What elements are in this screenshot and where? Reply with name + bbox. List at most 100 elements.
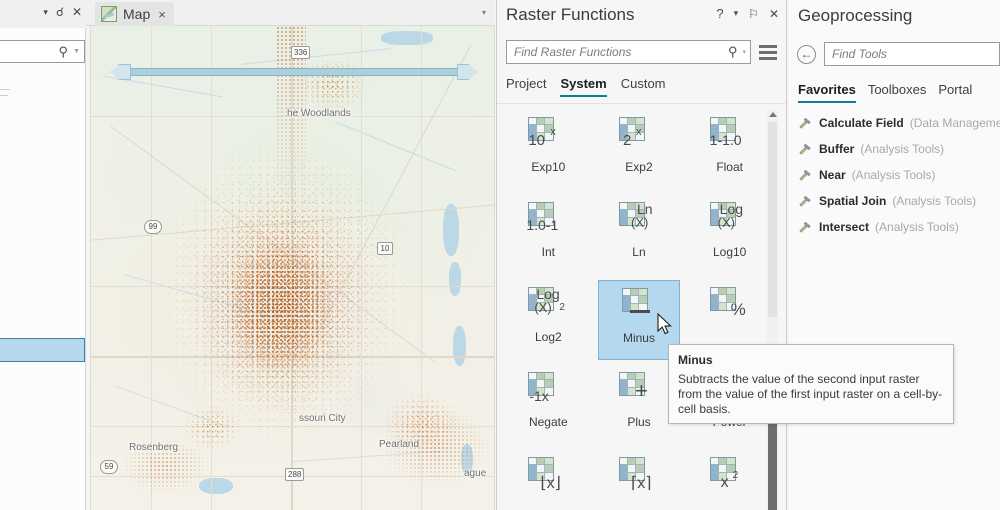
raster-functions-header-icons: ? ▾ ⚐ ✕ (716, 7, 779, 20)
scrollbar-track[interactable] (768, 122, 777, 317)
raster-grid-icon: 2 x (617, 116, 661, 154)
raster-grid-icon: Ln (X) (617, 201, 661, 239)
pin-icon[interactable]: ⚐ (748, 8, 759, 20)
raster-function-ln[interactable]: Ln (X) Ln (598, 195, 680, 275)
tab-custom[interactable]: Custom (621, 76, 666, 97)
measure-bar-left-cap (111, 64, 131, 80)
left-search-input[interactable]: ⚲ ▼ (0, 40, 85, 63)
raster-grid-icon: 10 x (526, 116, 570, 154)
map-place-label: ssouri City (299, 413, 346, 424)
scroll-up-arrow-icon[interactable] (769, 112, 777, 117)
close-icon[interactable]: ✕ (769, 8, 779, 20)
hammer-icon (799, 221, 811, 233)
raster-function-log10[interactable]: Log (X) Log10 (689, 195, 771, 275)
map-canvas[interactable]: he Woodlands ssouri City Rosenberg Pearl… (90, 26, 495, 510)
float-notation: 1-1.0 (709, 132, 742, 148)
search-icon: ⚲ (58, 43, 69, 59)
tool-toolbox: (Analysis Tools) (875, 220, 959, 234)
raster-function-exp10[interactable]: 10 x Exp10 (507, 110, 589, 190)
raster-function-negate[interactable]: -1x Negate (507, 365, 589, 445)
tool-row-spatial-join[interactable]: Spatial Join (Analysis Tools) (798, 188, 1000, 214)
int-notation: 1.0-1 (526, 217, 559, 233)
hammer-icon (799, 143, 811, 155)
help-icon[interactable]: ? (716, 7, 723, 20)
mouse-cursor-icon (657, 312, 673, 341)
raster-grid-icon: Log (X) 2 (526, 286, 570, 324)
map-place-label: ague (464, 468, 487, 479)
tab-toolboxes[interactable]: Toolboxes (868, 82, 927, 103)
hammer-icon (799, 169, 811, 181)
left-dockpane: ▾ ☌ ✕ ⚲ ▼ (0, 0, 86, 510)
log2-base: 2 (559, 302, 565, 313)
raster-function-label: Log2 (534, 330, 562, 344)
map-measure-bar-graphic[interactable] (109, 64, 479, 80)
raster-functions-title: Raster Functions (506, 5, 635, 24)
raster-grid-icon: Log (X) (708, 201, 752, 239)
tool-toolbox: (Analysis Tools) (892, 194, 977, 208)
tab-map[interactable]: Map × (95, 2, 174, 26)
tool-name: Intersect (819, 220, 870, 234)
hamburger-menu-icon[interactable] (759, 44, 777, 60)
raster-function-ceil[interactable]: ⌈x⌉ (598, 450, 680, 510)
tool-name: Buffer (819, 142, 855, 156)
log2-argument: (X) (534, 300, 552, 315)
highway-shield: 288 (285, 468, 305, 481)
tool-row-near[interactable]: Near (Analysis Tools) (798, 162, 1000, 188)
tooltip-body: Subtracts the value of the second input … (678, 372, 943, 416)
raster-function-square[interactable]: x 2 (689, 450, 771, 510)
raster-function-label: Exp10 (531, 160, 566, 174)
pin-icon[interactable]: ☌ (56, 6, 64, 18)
tooltip-title: Minus (678, 353, 713, 367)
raster-functions-tabs: Project System Custom (506, 76, 666, 97)
raster-function-label: Log10 (712, 245, 747, 259)
left-selected-list-item[interactable] (0, 338, 85, 362)
exp10-base: 10 (528, 132, 546, 149)
chevron-down-icon[interactable]: ▼ (73, 48, 80, 55)
plus-operator-glyph: + (634, 378, 648, 403)
chevron-down-icon[interactable]: ▾ (43, 7, 48, 17)
raster-function-exp2[interactable]: 2 x Exp2 (598, 110, 680, 190)
raster-grid-icon: 1-1.0 (708, 116, 752, 154)
percent-glyph: % (730, 300, 746, 319)
map-place-label: he Woodlands (287, 108, 351, 119)
raster-function-floor[interactable]: ⌊x⌋ (507, 450, 589, 510)
tab-system[interactable]: System (560, 76, 607, 97)
raster-functions-scrollbar[interactable] (767, 110, 778, 510)
back-arrow-icon[interactable]: ← (797, 44, 816, 64)
raster-function-float[interactable]: 1-1.0 Float (689, 110, 771, 190)
left-list-divider-2 (0, 95, 8, 96)
tool-row-buffer[interactable]: Buffer (Analysis Tools) (798, 136, 1000, 162)
raster-function-int[interactable]: 1.0-1 Int (507, 195, 589, 275)
map-view-tabstrip: Map × ▾ (86, 0, 495, 26)
tool-name: Near (819, 168, 846, 182)
find-tools-input[interactable]: Find Tools (824, 42, 1000, 66)
search-icon[interactable]: ⚲ (728, 44, 738, 60)
raster-grid-icon: x 2 (708, 456, 752, 494)
raster-function-log2[interactable]: Log (X) 2 Log2 (507, 280, 589, 360)
tab-favorites[interactable]: Favorites (798, 82, 856, 103)
negate-notation: -1x (529, 388, 549, 404)
raster-function-label: Ln (632, 245, 646, 259)
geoprocessing-search-row: ← Find Tools (797, 42, 1000, 66)
geoprocessing-pane: Geoprocessing ← Find Tools Favorites Too… (789, 0, 1000, 510)
map-place-label: Rosenberg (129, 442, 178, 453)
square-exponent: 2 (732, 470, 739, 481)
tool-row-calculate-field[interactable]: Calculate Field (Data Management To (798, 110, 1000, 136)
minus-tooltip: Minus Subtracts the value of the second … (668, 344, 954, 424)
raster-function-label: Exp2 (625, 160, 653, 174)
chevron-down-icon[interactable]: ▾ (742, 48, 746, 56)
chevron-down-icon[interactable]: ▾ (734, 9, 739, 18)
tab-project[interactable]: Project (506, 76, 546, 97)
raster-functions-separator (497, 103, 788, 104)
raster-function-label: Minus (622, 331, 655, 345)
tab-map-label: Map (123, 6, 151, 22)
chevron-down-icon[interactable]: ▾ (482, 8, 486, 17)
close-icon[interactable]: ✕ (72, 6, 82, 18)
tool-row-intersect[interactable]: Intersect (Analysis Tools) (798, 214, 1000, 240)
raster-grid-icon: + (617, 371, 661, 409)
close-icon[interactable]: × (158, 7, 166, 22)
tab-portal[interactable]: Portal (938, 82, 972, 103)
find-raster-functions-input[interactable]: Find Raster Functions ⚲ ▾ (506, 40, 751, 64)
exp2-base: 2 (622, 132, 632, 149)
raster-grid-icon: % (708, 286, 752, 324)
